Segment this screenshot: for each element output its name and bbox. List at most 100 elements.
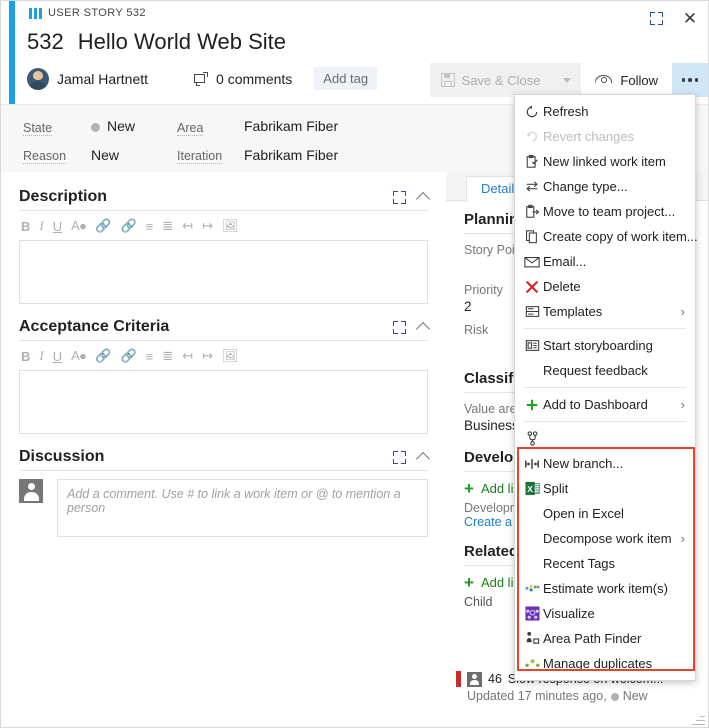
bold-icon[interactable]: B (21, 219, 30, 234)
expand-button[interactable] (644, 7, 668, 29)
close-button[interactable]: ✕ (678, 7, 702, 29)
bulleted-list-icon[interactable]: ≡ (146, 219, 154, 234)
menu-item-refresh[interactable]: Refresh (515, 99, 695, 124)
menu-item-email[interactable]: Email... (515, 249, 695, 274)
numbered-list-icon[interactable]: ≣ (162, 348, 173, 364)
work-item-type-label: USER STORY 532 (29, 7, 146, 19)
work-item-type-text: USER STORY 532 (48, 7, 146, 19)
bulleted-list-icon[interactable]: ≡ (146, 349, 154, 364)
menu-item-delete[interactable]: Delete (515, 274, 695, 299)
chevron-down-icon[interactable] (563, 77, 572, 83)
menu-item-new-branch[interactable] (515, 426, 695, 451)
outdent-icon[interactable]: ↤ (182, 218, 193, 234)
image-icon[interactable]: 🖼 (222, 348, 239, 364)
menu-item-label: New branch... (543, 456, 624, 471)
clear-format-icon[interactable]: A⦁ (71, 218, 86, 234)
menu-item-revert-changes[interactable]: Revert changes (515, 124, 695, 149)
unlink-icon[interactable]: 🔗 (120, 218, 136, 234)
menu-item-new-linked-work-item[interactable]: New linked work item (515, 149, 695, 174)
menu-item-recent-tags[interactable]: Decompose work item › (515, 526, 695, 551)
add-tag-button[interactable]: Add tag (314, 67, 378, 90)
menu-item-label: Email... (543, 254, 587, 269)
svg-text:X: X (527, 484, 533, 494)
menu-item-start-storyboarding[interactable]: Start storyboarding (515, 333, 695, 358)
chevron-up-icon[interactable] (415, 451, 431, 466)
unlink-icon[interactable]: 🔗 (120, 348, 136, 364)
menu-item-label: Add to Dashboard (543, 397, 648, 412)
underline-icon[interactable]: U (53, 349, 62, 364)
eye-icon (595, 75, 612, 85)
field-value-state[interactable]: New (91, 118, 135, 134)
menu-item-state-diagram[interactable]: Manage duplicates (515, 651, 695, 676)
chevron-up-icon[interactable] (415, 191, 431, 206)
italic-icon[interactable]: I (39, 348, 43, 364)
menu-item-decompose-work-item[interactable]: Open in Excel (515, 501, 695, 526)
discussion-controls (393, 450, 431, 466)
menu-item-templates[interactable]: Templates › (515, 299, 695, 324)
indent-icon[interactable]: ↦ (202, 348, 213, 364)
chevron-right-icon: › (680, 531, 685, 546)
save-and-close-button[interactable]: Save & Close (429, 63, 582, 97)
more-actions-button[interactable] (672, 63, 708, 97)
menu-item-create-copy[interactable]: Create copy of work item... (515, 224, 698, 249)
ellipsis-icon-dot (681, 78, 686, 82)
menu-item-label: Delete (543, 279, 581, 294)
resize-grip[interactable] (692, 712, 705, 725)
field-value-reason[interactable]: New (91, 147, 119, 163)
menu-item-visualize[interactable]: Estimate work item(s) (515, 576, 695, 601)
outdent-icon[interactable]: ↤ (182, 348, 193, 364)
numbered-list-icon[interactable]: ≣ (162, 218, 173, 234)
italic-icon[interactable]: I (39, 218, 43, 234)
underline-icon[interactable]: U (53, 219, 62, 234)
reason-label: Reason (23, 149, 67, 164)
menu-separator (524, 421, 686, 422)
description-input[interactable] (19, 240, 428, 304)
chevron-right-icon: › (680, 397, 685, 412)
state-value: New (107, 118, 136, 134)
state-dot-icon (91, 123, 100, 133)
follow-button[interactable]: Follow (581, 63, 672, 97)
indent-icon[interactable]: ↦ (202, 218, 213, 234)
menu-item-change-type[interactable]: Change type... (515, 174, 695, 199)
menu-item-move-to-team-project[interactable]: Move to team project... (515, 199, 695, 224)
field-value-area[interactable]: Fabrikam Fiber (244, 118, 338, 134)
menu-item-area-path-finder[interactable]: Visualize (515, 601, 695, 626)
link-icon[interactable]: 🔗 (95, 348, 111, 364)
maximize-icon[interactable] (393, 190, 406, 204)
close-icon: ✕ (682, 8, 698, 28)
menu-item-open-in-excel[interactable]: X Split (515, 476, 695, 501)
section-acceptance-criteria: Acceptance Criteria B I U A⦁ 🔗 🔗 ≡ ≣ ↤ ↦… (19, 318, 431, 434)
plus-icon (521, 398, 543, 412)
bold-icon[interactable]: B (21, 349, 30, 364)
menu-separator (524, 328, 686, 329)
child-work-item-id: 46 (488, 672, 502, 686)
link-icon[interactable]: 🔗 (95, 218, 111, 234)
priority-bar-icon (456, 671, 461, 687)
child-updated-text: Updated 17 minutes ago, (467, 689, 607, 703)
field-label-area: Area (177, 121, 204, 136)
comment-input[interactable]: Add a comment. Use # to link a work item… (57, 479, 428, 537)
work-item-title[interactable]: Hello World Web Site (78, 29, 286, 55)
header-toolbar: Save & Close Follow (429, 63, 708, 97)
assignee-name[interactable]: Jamal Hartnett (57, 71, 148, 87)
acceptance-criteria-input[interactable] (19, 370, 428, 434)
comments-link[interactable]: 0 comments (194, 71, 292, 87)
maximize-icon[interactable] (393, 320, 406, 334)
menu-item-manage-duplicates[interactable]: Area Path Finder (515, 626, 695, 651)
menu-item-request-feedback[interactable]: Request feedback (515, 358, 695, 383)
field-label-state: State (23, 121, 53, 136)
acceptance-criteria-header: Acceptance Criteria (19, 318, 431, 341)
copy-icon (521, 229, 543, 244)
maximize-icon[interactable] (393, 450, 406, 464)
menu-item-split[interactable]: New branch... (515, 451, 695, 476)
menu-item-add-to-dashboard[interactable]: Add to Dashboard › (515, 392, 695, 417)
menu-separator (524, 387, 686, 388)
chevron-up-icon[interactable] (415, 321, 431, 336)
work-item-dialog: USER STORY 532 532 Hello World Web Site … (0, 0, 709, 728)
work-item-id: 532 (27, 29, 64, 54)
menu-item-estimate-work-items[interactable]: Recent Tags (515, 551, 695, 576)
image-icon[interactable]: 🖼 (222, 218, 239, 234)
field-value-iteration[interactable]: Fabrikam Fiber (244, 147, 338, 163)
clear-format-icon[interactable]: A⦁ (71, 348, 86, 364)
ellipsis-icon-dot (694, 78, 699, 82)
